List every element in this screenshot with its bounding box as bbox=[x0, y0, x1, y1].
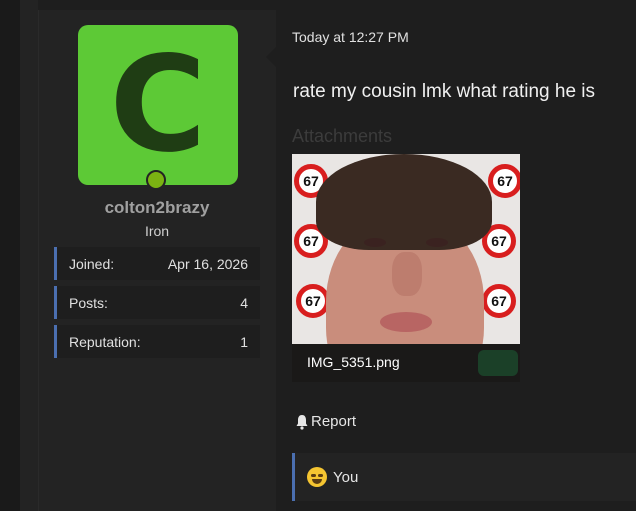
laughing-crying-emoji-icon bbox=[307, 467, 327, 487]
photo-nose bbox=[392, 252, 422, 296]
avatar-letter: C bbox=[109, 28, 207, 182]
photo-hair bbox=[316, 154, 492, 250]
reaction-user-label[interactable]: You bbox=[333, 469, 358, 486]
photo-mouth bbox=[380, 312, 432, 332]
photo-eye bbox=[364, 238, 386, 247]
stat-value: Apr 16, 2026 bbox=[167, 255, 248, 272]
online-status-indicator bbox=[146, 170, 166, 190]
attachment-view-badge[interactable] bbox=[478, 350, 518, 376]
report-label: Report bbox=[311, 413, 357, 430]
stat-value: 4 bbox=[240, 294, 248, 311]
stat-label: Posts: bbox=[69, 294, 108, 311]
attachment-thumbnail[interactable]: 67 67 67 67 67 67 IMG_5351.png bbox=[292, 154, 520, 382]
speed-sign: 67 bbox=[296, 284, 330, 318]
avatar[interactable]: C bbox=[78, 25, 238, 185]
page-side-strip bbox=[0, 0, 20, 511]
stat-label: Joined: bbox=[69, 255, 115, 272]
stat-posts: Posts: 4 bbox=[54, 286, 260, 319]
attachments-title: Attachments bbox=[292, 126, 393, 146]
stat-reputation: Reputation: 1 bbox=[54, 325, 260, 358]
post-body: rate my cousin lmk what rating he is bbox=[293, 81, 596, 102]
stat-value: 1 bbox=[240, 333, 248, 350]
post-pointer-arrow bbox=[266, 46, 277, 68]
speed-sign: 67 bbox=[482, 284, 516, 318]
user-rank: Iron bbox=[144, 223, 170, 239]
photo-eye bbox=[426, 238, 448, 247]
reactions-bar[interactable]: You bbox=[292, 453, 636, 501]
stat-label: Reputation: bbox=[69, 333, 141, 350]
bell-icon bbox=[296, 414, 308, 430]
speed-sign: 67 bbox=[488, 164, 520, 198]
report-link[interactable]: Report bbox=[295, 413, 356, 430]
stat-joined: Joined: Apr 16, 2026 bbox=[54, 247, 260, 280]
post-date[interactable]: Today at 12:27 PM bbox=[292, 29, 409, 45]
username[interactable]: colton2brazy bbox=[54, 198, 260, 218]
